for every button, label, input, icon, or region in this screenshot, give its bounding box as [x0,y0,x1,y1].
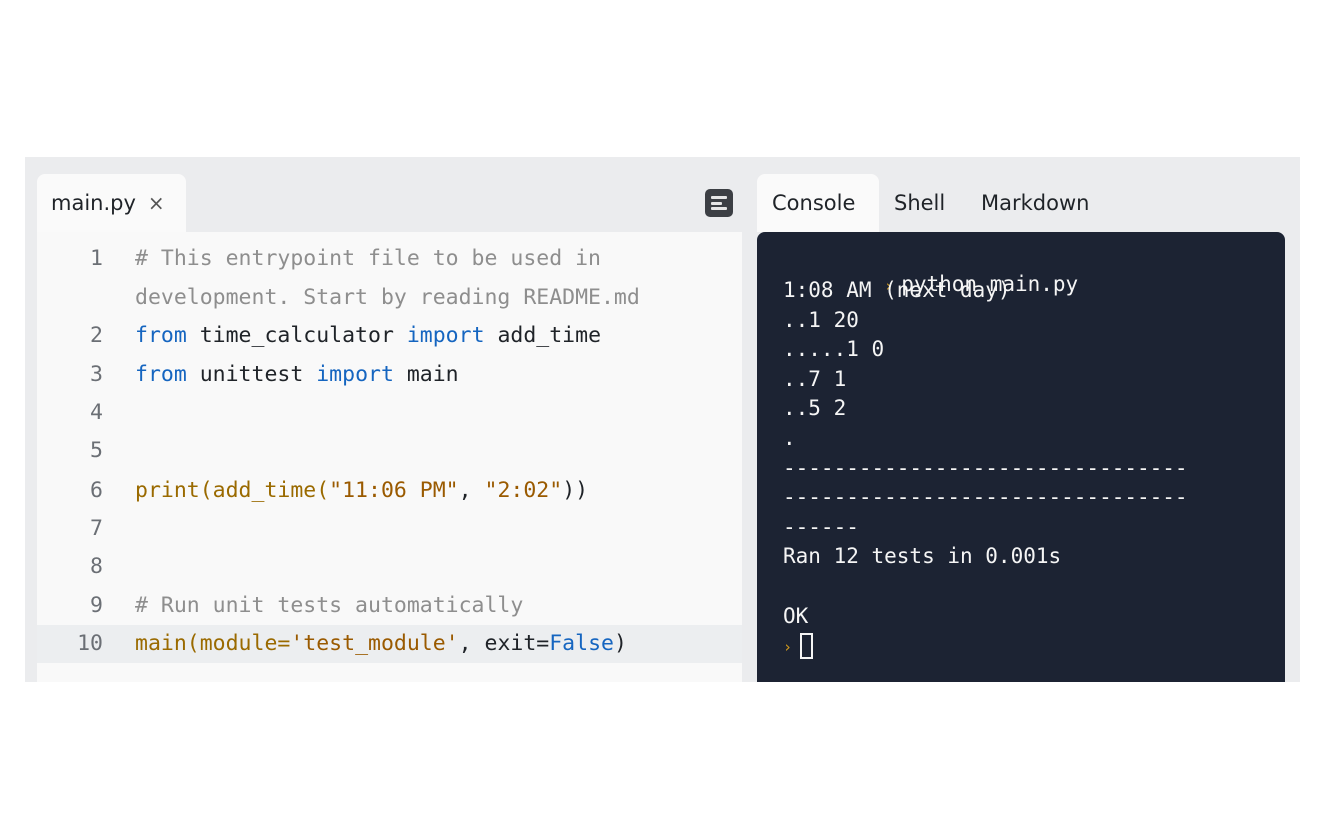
line-text: from unittest import main [135,362,459,387]
workspace: main.py × 1 # This entrypoint file to be … [25,157,1300,682]
code-token: , exit= [458,631,550,656]
tab-markdown[interactable]: Markdown [981,174,1089,232]
code-line[interactable]: 6 print(add_time("11:06 PM", "2:02")) [37,472,742,510]
tab-console[interactable]: Console [757,174,879,232]
line-number: 9 [90,593,103,618]
code-token: 'test_module' [290,631,459,656]
code-line[interactable]: 10 main(module='test_module', exit=False) [37,625,742,663]
code-token: import [406,323,485,348]
line-text: development. Start by reading README.md [135,285,640,310]
tab-label: main.py [51,191,136,215]
code-token: # Run unit tests automatically [135,593,524,618]
code-token: unittest [186,362,317,387]
line-number: 6 [90,478,103,503]
code-token: ) [613,631,627,656]
code-token: main [393,362,459,387]
code-token: print(add_time( [135,478,330,503]
line-number: 3 [90,362,103,387]
layout-icon[interactable] [705,189,733,217]
output-line: OK [783,603,809,628]
line-number: 8 [90,554,103,579]
code-token: )) [562,478,589,503]
line-number: 10 [77,631,103,656]
prompt-icon: › [783,638,793,657]
cursor [800,633,814,660]
output-line: ..7 1 [783,366,847,391]
line-number: 1 [90,246,103,271]
output-line: -------------------------------- [783,485,1188,510]
output-line: 1:08 AM (next day) [783,278,1011,302]
code-editor[interactable]: 1 # This entrypoint file to be used in dev… [37,232,742,682]
code-token: False [549,631,614,656]
code-token: main(module= [135,631,291,656]
line-text: main(module='test_module', exit=False) [135,631,627,656]
code-line[interactable]: development. Start by reading README.md [37,279,742,317]
code-token: import [316,362,394,387]
console-tabbar: Console Shell Markdown [757,174,1285,232]
output-line: ..5 2 [783,396,847,421]
line-text: print(add_time("11:06 PM", "2:02")) [135,478,588,503]
output-line: ------ [783,514,859,539]
code-token: "2:02" [484,478,563,503]
tab-label: Shell [894,191,946,215]
tab-label: Markdown [981,191,1090,215]
line-number: 4 [90,400,103,425]
line-number: 2 [90,323,103,348]
code-token: "11:06 PM" [329,478,459,503]
editor-tabbar: main.py × [37,174,742,232]
output-line: . [783,426,796,450]
code-token: from [135,362,187,387]
code-token: development. Start by reading README.md [135,285,640,310]
line-text: # This entrypoint file to be used in [135,246,601,271]
code-line[interactable]: 3 from unittest import main [37,356,742,394]
tab-shell[interactable]: Shell [894,174,945,232]
output-line: .....1 0 [783,337,885,362]
output-line: -------------------------------- [783,455,1188,480]
close-icon[interactable]: × [148,191,165,215]
code-token: , [458,478,485,503]
output-line: Ran 12 tests in 0.001s [783,544,1062,569]
code-token: from [135,323,187,348]
line-number: 5 [90,438,103,463]
editor-panel: main.py × 1 # This entrypoint file to be … [37,174,742,682]
output-line: ..1 20 [783,307,859,332]
code-token: add_time [484,323,602,348]
console-output[interactable]: › python main.py 1:08 AM (next day) ..1 20… [757,232,1285,682]
code-token: # This entrypoint file to be used in [135,246,601,271]
line-number: 7 [90,516,103,541]
code-line[interactable]: 9 # Run unit tests automatically [37,587,742,625]
line-text: from time_calculator import add_time [135,323,601,348]
code-line[interactable]: 4 [37,394,742,432]
code-line[interactable]: 1 # This entrypoint file to be used in [37,240,742,278]
input-line[interactable]: › [783,633,814,660]
code-line[interactable]: 5 [37,432,742,470]
code-line[interactable]: 7 [37,510,742,548]
tab-main-py[interactable]: main.py × [37,174,186,232]
code-line[interactable]: 2 from time_calculator import add_time [37,317,742,355]
line-text: # Run unit tests automatically [135,593,523,618]
code-line[interactable]: 8 [37,548,742,586]
code-token: time_calculator [186,323,407,348]
tab-label: Console [772,191,856,215]
console-panel: Console Shell Markdown › python main.py 1… [757,174,1285,682]
